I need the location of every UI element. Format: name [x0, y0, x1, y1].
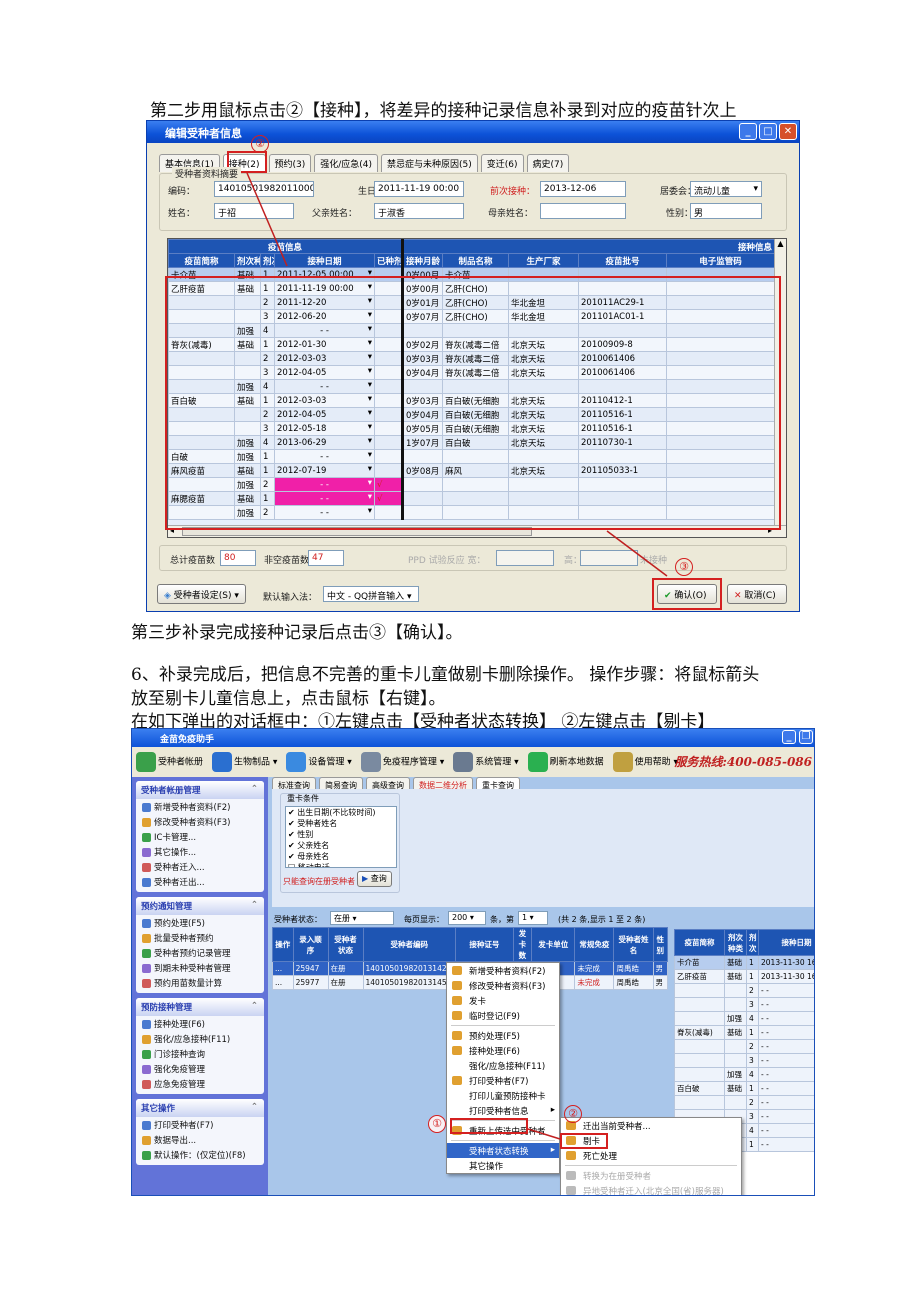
edit-vaccinee-dialog: 编辑受种者信息 _ □ ✕ 基本信息(1) 接种(2) 预约(3) 强化/应急(4) 禁…	[146, 120, 800, 612]
annotation-arrow-app	[527, 1128, 561, 1140]
annotation-arrows	[246, 172, 668, 577]
para6-line2: 放至剔卡儿童信息上，点击鼠标【右键】。	[131, 689, 446, 709]
arrow-to-remove-card	[527, 1128, 561, 1140]
step2-instruction: 第二步用鼠标点击②【接种】，将差异的接种记录信息补录到对应的疫苗针次上	[150, 101, 737, 121]
step3-instruction: 第三步补录完成接种记录后点击③【确认】。	[131, 623, 463, 643]
arrow-to-confirm	[606, 530, 668, 577]
immunization-app-window: 金苗免疫助手 _ ❐ 受种者帐册 生物制品 ▾ 设备管理 ▾ 免疫程序管理 ▾ 系统管理…	[131, 728, 815, 1196]
arrow-to-grid	[246, 172, 288, 267]
para6-line1: 6、补录完成后，把信息不完善的重卡儿童做剔卡删除操作。 操作步骤：将鼠标箭头	[131, 665, 760, 685]
